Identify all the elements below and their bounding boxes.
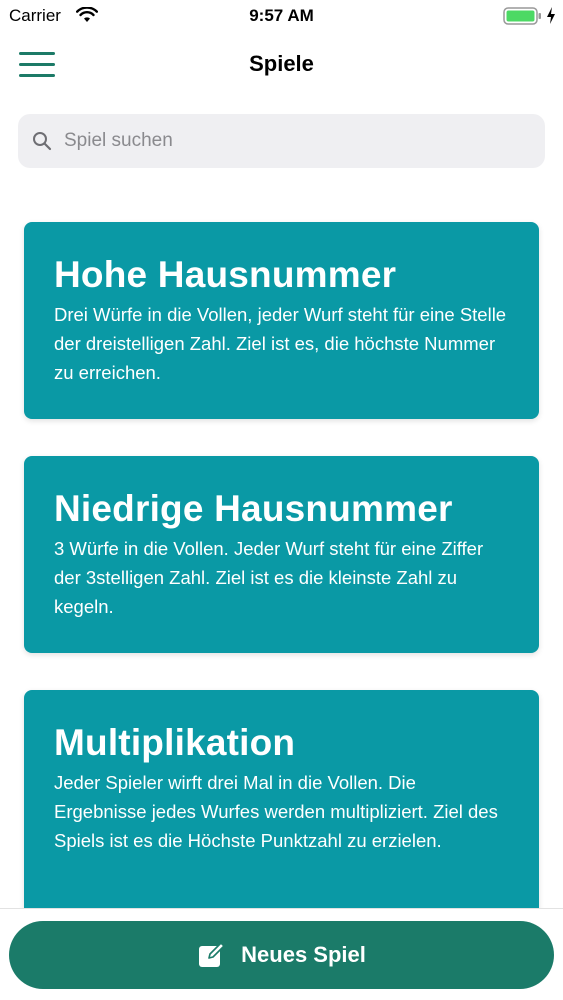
new-game-label: Neues Spiel [241,942,366,967]
game-description: 3 Würfe in die Vollen. Jeder Wurf steht … [54,538,484,617]
search-bar[interactable] [18,114,545,168]
game-title: Niedrige Hausnummer [54,488,453,529]
search-input[interactable] [64,114,524,168]
page-title: Spiele [249,51,314,76]
status-bar: Carrier 9:57 AM [0,0,563,32]
clock: 9:57 AM [249,6,314,25]
battery-icon [503,7,541,25]
charging-icon [547,7,555,24]
search-icon [33,132,52,151]
game-card-hohe-hausnummer[interactable]: Hohe Hausnummer Drei Würfe in die Vollen… [24,222,539,419]
game-card-niedrige-hausnummer[interactable]: Niedrige Hausnummer 3 Würfe in die Volle… [24,456,539,653]
navigation-bar: Spiele [0,34,563,94]
game-title: Hohe Hausnummer [54,254,397,295]
edit-icon [199,942,225,967]
game-description: Drei Würfe in die Vollen, jeder Wurf ste… [54,304,507,383]
game-description: Jeder Spieler wirft drei Mal in die Voll… [54,772,498,851]
new-game-button[interactable]: Neues Spiel [9,921,554,989]
game-title: Multiplikation [54,722,296,763]
